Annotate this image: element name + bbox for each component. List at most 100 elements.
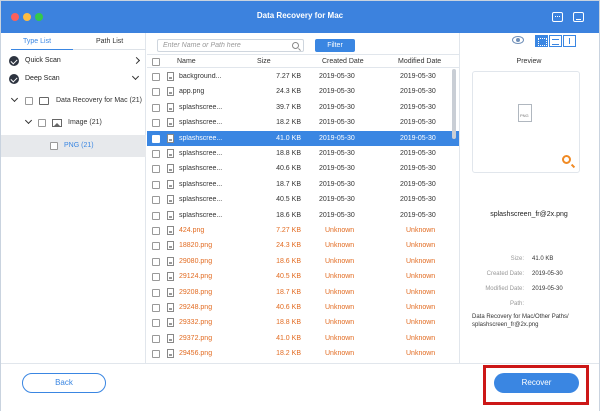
select-all-checkbox[interactable] (152, 58, 160, 66)
row-checkbox[interactable] (152, 319, 160, 328)
scrollbar[interactable] (452, 69, 456, 139)
grid-view-icon[interactable] (535, 35, 548, 47)
row-checkbox[interactable] (152, 150, 160, 158)
list-view-icon[interactable] (549, 35, 562, 47)
row-checkbox[interactable] (152, 134, 160, 143)
row-checkbox[interactable] (152, 257, 160, 266)
chevron-down-icon[interactable] (24, 116, 33, 125)
row-checkbox[interactable] (152, 88, 160, 97)
row-checkbox[interactable] (152, 103, 160, 112)
row-checkbox[interactable] (152, 304, 160, 312)
table-row[interactable]: 29372.png 41.0 KB Unknown Unknown (147, 330, 459, 347)
row-checkbox[interactable] (152, 165, 160, 174)
table-row[interactable]: splashscree... 18.6 KB 2019-05-30 2019-05-3… (147, 207, 459, 224)
app-window: Data Recovery for Mac Type List Path Lis… (0, 0, 600, 411)
cell-name: 424.png (179, 227, 205, 234)
cell-name: 29372.png (179, 334, 213, 342)
table-row[interactable]: 29456.png 18.2 KB Unknown Unknown (147, 346, 459, 363)
search-box[interactable] (157, 39, 304, 52)
search-icon[interactable] (292, 42, 299, 49)
row-checkbox[interactable] (152, 196, 160, 205)
png-file-icon (518, 104, 532, 122)
table-row[interactable]: splashscree... 18.2 KB 2019-05-30 2019-05-3… (147, 115, 459, 132)
table-row[interactable]: splashscree... 18.8 KB 2019-05-30 2019-05-3… (147, 146, 459, 162)
active-tab-indicator (11, 49, 73, 50)
file-icon (167, 287, 174, 297)
file-icon (167, 333, 174, 343)
zoom-icon[interactable] (562, 155, 571, 164)
cell-created: Unknown (325, 273, 355, 281)
window-title: Data Recovery for Mac (256, 11, 344, 20)
tab-type-list[interactable]: Type List (23, 38, 51, 45)
row-checkbox[interactable] (152, 288, 160, 297)
table-row[interactable]: 29248.png 40.6 KB Unknown Unknown (147, 300, 459, 316)
table-row[interactable]: 18820.png 24.3 KB Unknown Unknown (147, 238, 459, 255)
eye-icon[interactable] (512, 36, 524, 44)
table-row[interactable]: background... 7.27 KB 2019-05-30 2019-05-30 (147, 69, 459, 85)
cell-name: splashscree... (179, 165, 223, 173)
row-checkbox[interactable] (152, 119, 160, 128)
cell-created: Unknown (325, 319, 355, 327)
image-checkbox[interactable] (38, 119, 46, 127)
filter-button[interactable]: Filter (315, 39, 355, 52)
cell-modified: Unknown (406, 242, 436, 250)
row-checkbox[interactable] (152, 273, 160, 282)
file-icon (167, 210, 174, 220)
row-checkbox[interactable] (152, 180, 160, 189)
cell-modified: 2019-05-30 (400, 196, 436, 204)
table-row[interactable]: 29080.png 18.6 KB Unknown Unknown (147, 253, 459, 270)
table-row[interactable]: splashscree... 41.0 KB 2019-05-30 2019-05-3… (147, 130, 459, 147)
back-button[interactable]: Back (22, 373, 106, 393)
cell-size: 40.6 KB (276, 165, 301, 173)
table-row[interactable]: splashscree... 40.5 KB 2019-05-30 2019-05-3… (147, 192, 459, 209)
cell-modified: Unknown (406, 334, 436, 342)
tree-item-root[interactable]: Data Recovery for Mac (21) (1, 90, 146, 112)
left-panel: Type List Path List Quick Scan Deep Scan… (1, 33, 146, 363)
tree-item-image[interactable]: Image (21) (1, 112, 146, 134)
file-icon (167, 149, 174, 158)
table-row[interactable]: 424.png 7.27 KB Unknown Unknown (147, 223, 459, 239)
chevron-down-icon[interactable] (131, 72, 140, 81)
table-row[interactable]: splashscree... 18.7 KB 2019-05-30 2019-05-3… (147, 176, 459, 193)
file-icon (167, 102, 174, 112)
table-row[interactable]: 29332.png 18.8 KB Unknown Unknown (147, 315, 459, 332)
file-icon (167, 195, 174, 205)
file-list-panel: Filter Name Size Created Date Modified D… (147, 33, 459, 363)
png-checkbox[interactable] (50, 142, 58, 150)
chevron-down-icon[interactable] (10, 94, 19, 103)
cell-name: splashscree... (179, 134, 223, 142)
row-checkbox[interactable] (152, 211, 160, 220)
tree-label-png: PNG (21) (64, 142, 94, 149)
row-checkbox[interactable] (152, 334, 160, 343)
row-checkbox[interactable] (152, 227, 160, 235)
minimize-icon[interactable] (573, 12, 584, 22)
header-size[interactable]: Size (257, 58, 271, 65)
row-checkbox[interactable] (152, 242, 160, 251)
row-checkbox[interactable] (152, 73, 160, 81)
tree-item-png[interactable]: PNG (21) (1, 135, 146, 157)
search-input[interactable] (163, 42, 283, 49)
header-modified[interactable]: Modified Date (398, 58, 441, 65)
panel-view-icon[interactable] (563, 35, 576, 47)
recover-button[interactable]: Recover (494, 373, 579, 393)
cell-created: 2019-05-30 (319, 119, 355, 127)
table-row[interactable]: splashscree... 40.6 KB 2019-05-30 2019-05-3… (147, 161, 459, 178)
header-created[interactable]: Created Date (322, 58, 364, 65)
cell-size: 40.5 KB (276, 196, 301, 204)
table-row[interactable]: 29208.png 18.7 KB Unknown Unknown (147, 284, 459, 301)
cell-size: 18.6 KB (276, 211, 301, 219)
chevron-right-icon[interactable] (132, 56, 141, 65)
tab-path-list[interactable]: Path List (96, 38, 123, 45)
table-row[interactable]: 29124.png 40.5 KB Unknown Unknown (147, 269, 459, 286)
cell-size: 18.8 KB (276, 150, 301, 157)
root-checkbox[interactable] (25, 97, 33, 105)
feedback-icon[interactable] (552, 12, 563, 22)
deep-scan-row[interactable]: Deep Scan (1, 70, 146, 88)
header-name[interactable]: Name (177, 58, 196, 65)
cell-created: 2019-05-30 (319, 180, 355, 188)
row-checkbox[interactable] (152, 350, 160, 359)
cell-modified: 2019-05-30 (400, 165, 436, 173)
table-row[interactable]: app.png 24.3 KB 2019-05-30 2019-05-30 (147, 84, 459, 101)
quick-scan-row[interactable]: Quick Scan (1, 52, 146, 70)
table-row[interactable]: splashscree... 39.7 KB 2019-05-30 2019-05-3… (147, 99, 459, 116)
